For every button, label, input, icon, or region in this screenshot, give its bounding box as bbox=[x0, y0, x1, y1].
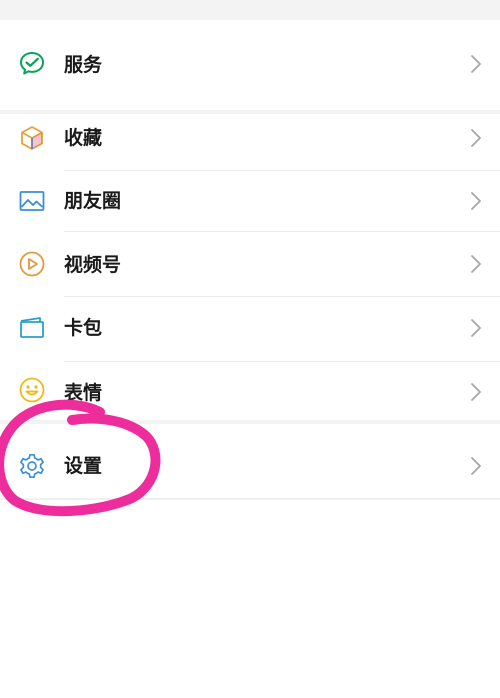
menu-item-favorites[interactable]: 收藏 bbox=[0, 114, 500, 170]
menu-item-label: 朋友圈 bbox=[64, 190, 122, 212]
chevron-right-icon bbox=[470, 254, 482, 274]
menu-item-label: 表情 bbox=[64, 382, 103, 404]
wechat-pay-icon bbox=[18, 50, 46, 78]
menu-item-label: 服务 bbox=[64, 54, 103, 76]
menu-item-label: 收藏 bbox=[64, 127, 103, 149]
cube-icon bbox=[18, 124, 46, 152]
chevron-right-icon bbox=[470, 128, 482, 148]
menu-item-moments[interactable]: 朋友圈 bbox=[0, 171, 500, 231]
chevron-right-icon bbox=[470, 54, 482, 74]
chevron-right-icon bbox=[470, 191, 482, 211]
chevron-right-icon bbox=[470, 382, 482, 402]
top-separator bbox=[0, 0, 500, 20]
chevron-right-icon bbox=[470, 318, 482, 338]
menu-item-services[interactable]: 服务 bbox=[0, 20, 500, 110]
menu-item-label: 卡包 bbox=[64, 317, 103, 339]
menu-item-card-pack[interactable]: 卡包 bbox=[0, 297, 500, 361]
picture-icon bbox=[18, 187, 46, 215]
menu-item-settings[interactable]: 设置 bbox=[0, 424, 500, 498]
chevron-right-icon bbox=[470, 456, 482, 476]
card-icon bbox=[18, 314, 46, 342]
me-menu-screen: 服务 收藏 朋友圈 视频号 卡包 表情 设置 bbox=[0, 0, 500, 698]
menu-item-label: 视频号 bbox=[64, 254, 122, 276]
bottom-separator bbox=[0, 498, 500, 500]
smiley-icon bbox=[18, 376, 46, 404]
menu-item-label: 设置 bbox=[64, 455, 103, 477]
menu-item-stickers[interactable]: 表情 bbox=[0, 362, 500, 420]
gear-icon bbox=[18, 452, 46, 480]
play-circle-icon bbox=[18, 250, 46, 278]
menu-item-channels[interactable]: 视频号 bbox=[0, 232, 500, 296]
